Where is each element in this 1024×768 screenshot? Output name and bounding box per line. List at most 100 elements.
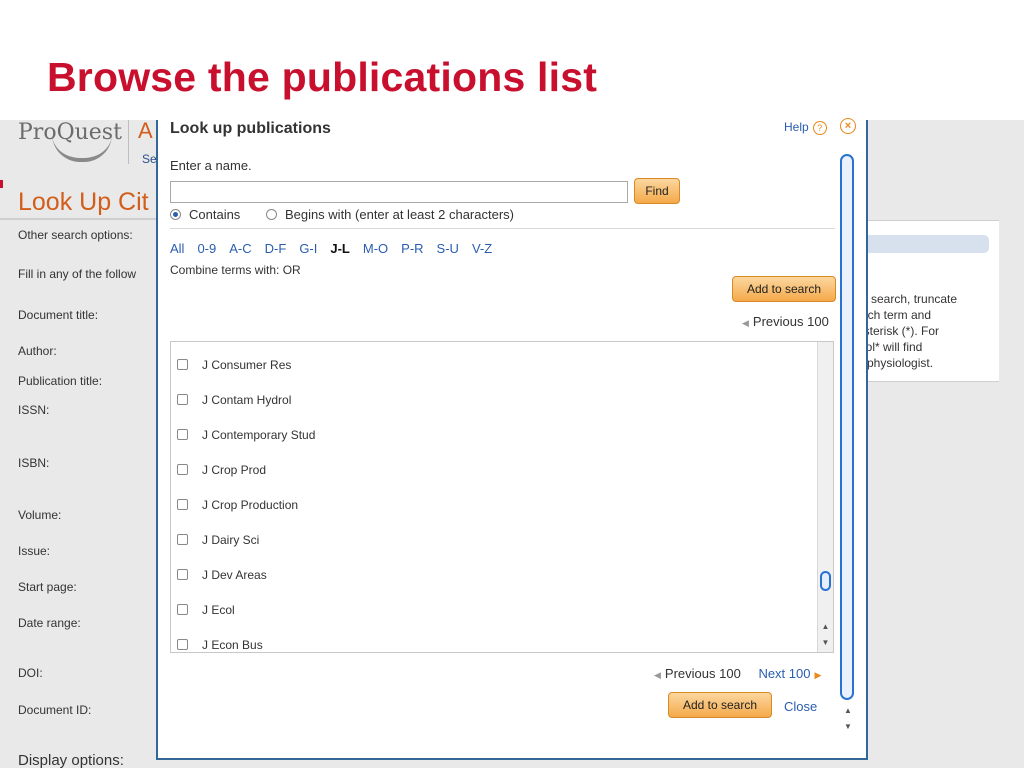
date-range-label: Date range: bbox=[18, 616, 81, 630]
other-search-options-label: Other search options: bbox=[18, 228, 133, 242]
publication-name-input[interactable] bbox=[170, 181, 628, 203]
publication-checkbox[interactable] bbox=[177, 359, 188, 370]
enter-name-label: Enter a name. bbox=[170, 158, 252, 173]
alphabet-nav: All 0-9 A-C D-F G-I J-L M-O P-R S-U V-Z bbox=[170, 241, 505, 256]
header-divider bbox=[128, 120, 129, 164]
proquest-swoosh-icon bbox=[52, 134, 112, 162]
publication-checkbox[interactable] bbox=[177, 604, 188, 615]
publication-list[interactable]: J Consumer Res J Contam Hydrol J Contemp… bbox=[170, 341, 834, 653]
publication-checkbox[interactable] bbox=[177, 639, 188, 650]
tip-text: ur search, truncate arch term and asteri… bbox=[857, 291, 997, 371]
search-tip-box: ur search, truncate arch term and asteri… bbox=[852, 220, 999, 382]
publication-checkbox[interactable] bbox=[177, 394, 188, 405]
alpha-link-g-i[interactable]: G-I bbox=[299, 241, 317, 256]
alpha-link-j-l[interactable]: J-L bbox=[330, 241, 350, 256]
previous-100-link-top[interactable]: ◀ Previous 100 bbox=[742, 314, 829, 329]
publication-name: J Crop Production bbox=[202, 498, 299, 512]
product-name: A bbox=[138, 120, 153, 143]
list-scroll-thumb[interactable] bbox=[820, 571, 831, 591]
publication-checkbox[interactable] bbox=[177, 569, 188, 580]
alpha-link-all[interactable]: All bbox=[170, 241, 184, 256]
dialog-title: Look up publications bbox=[170, 120, 331, 137]
next-100-link[interactable]: Next 100 ▶ bbox=[758, 666, 821, 681]
dialog-scrollbar[interactable] bbox=[840, 154, 854, 700]
pagination-bottom: ◀ Previous 100 Next 100 ▶ bbox=[654, 666, 821, 681]
doi-label: DOI: bbox=[18, 666, 43, 680]
alpha-link-a-c[interactable]: A-C bbox=[229, 241, 251, 256]
match-type-options: Contains Begins with (enter at least 2 c… bbox=[170, 207, 514, 222]
close-link[interactable]: Close bbox=[784, 699, 817, 714]
volume-label: Volume: bbox=[18, 508, 62, 522]
combine-terms-label: Combine terms with: OR bbox=[170, 263, 301, 277]
list-item[interactable]: J Dev Areas bbox=[177, 568, 267, 582]
list-item[interactable]: J Contemporary Stud bbox=[177, 428, 315, 442]
begins-with-label: Begins with (enter at least 2 characters… bbox=[284, 207, 514, 222]
begins-with-radio[interactable] bbox=[265, 209, 277, 220]
add-to-search-button-bottom[interactable]: Add to search bbox=[668, 692, 772, 718]
publication-name: J Contam Hydrol bbox=[202, 393, 292, 407]
help-icon: ? bbox=[812, 120, 827, 135]
alpha-link-s-u[interactable]: S-U bbox=[437, 241, 459, 256]
publication-name: J Dev Areas bbox=[202, 568, 267, 582]
triangle-left-icon: ◀ bbox=[654, 670, 661, 680]
divider bbox=[170, 228, 835, 229]
tip-line: asterisk (*). For bbox=[857, 324, 940, 338]
scroll-down-arrow-icon[interactable]: ▼ bbox=[820, 638, 831, 647]
alpha-link-p-r[interactable]: P-R bbox=[401, 241, 423, 256]
list-item[interactable]: J Dairy Sci bbox=[177, 533, 259, 547]
alpha-link-0-9[interactable]: 0-9 bbox=[197, 241, 216, 256]
previous-100-label: Previous 100 bbox=[752, 314, 829, 329]
isbn-label: ISBN: bbox=[18, 456, 50, 470]
list-item[interactable]: J Econ Bus bbox=[177, 638, 263, 652]
list-item[interactable]: J Contam Hydrol bbox=[177, 393, 291, 407]
triangle-left-icon: ◀ bbox=[742, 318, 749, 328]
alpha-link-d-f[interactable]: D-F bbox=[265, 241, 287, 256]
publication-title-label: Publication title: bbox=[18, 374, 103, 388]
publication-name: J Ecol bbox=[202, 603, 235, 617]
previous-100-label: Previous 100 bbox=[664, 666, 741, 681]
list-item[interactable]: J Ecol bbox=[177, 603, 235, 617]
document-title-label: Document title: bbox=[18, 308, 99, 322]
triangle-right-icon: ▶ bbox=[814, 670, 822, 680]
publication-checkbox[interactable] bbox=[177, 429, 188, 440]
next-100-label: Next 100 bbox=[758, 666, 811, 681]
previous-100-link-bottom[interactable]: ◀ Previous 100 bbox=[654, 666, 741, 681]
add-to-search-button-top[interactable]: Add to search bbox=[732, 276, 836, 302]
list-item[interactable]: J Crop Production bbox=[177, 498, 298, 512]
red-mark bbox=[0, 180, 3, 188]
help-link[interactable]: Help? bbox=[784, 120, 827, 135]
scroll-up-arrow-icon[interactable]: ▲ bbox=[820, 622, 831, 631]
list-item[interactable]: J Consumer Res bbox=[177, 358, 291, 372]
publication-name: J Dairy Sci bbox=[202, 533, 260, 547]
page-heading: Look Up Cit bbox=[18, 188, 149, 216]
author-label: Author: bbox=[18, 344, 57, 358]
publication-checkbox[interactable] bbox=[177, 499, 188, 510]
tip-line: siol* will find bbox=[857, 340, 923, 354]
display-options-toggle[interactable]: Display options: bbox=[18, 752, 124, 768]
tip-line: d physiologist. bbox=[857, 356, 934, 370]
contains-label: Contains bbox=[189, 207, 241, 222]
fill-in-label: Fill in any of the follow bbox=[18, 267, 137, 281]
publication-name: J Consumer Res bbox=[202, 358, 292, 372]
document-id-label: Document ID: bbox=[18, 703, 92, 717]
publication-checkbox[interactable] bbox=[177, 534, 188, 545]
list-scrollbar[interactable]: ▲ ▼ bbox=[817, 342, 833, 652]
tip-header-bar bbox=[853, 235, 989, 253]
contains-radio[interactable] bbox=[170, 209, 181, 220]
close-icon[interactable]: × bbox=[840, 118, 856, 134]
publication-name: J Crop Prod bbox=[202, 463, 267, 477]
dialog-scroll-down-icon[interactable]: ▼ bbox=[842, 722, 854, 731]
tip-line: ur search, truncate bbox=[857, 292, 958, 306]
list-item[interactable]: J Crop Prod bbox=[177, 463, 266, 477]
help-label: Help bbox=[784, 120, 809, 134]
dialog-scroll-up-icon[interactable]: ▲ bbox=[842, 706, 854, 715]
start-page-label: Start page: bbox=[18, 580, 77, 594]
alpha-link-v-z[interactable]: V-Z bbox=[472, 241, 492, 256]
publication-checkbox[interactable] bbox=[177, 464, 188, 475]
product-subtitle: Se bbox=[142, 152, 157, 166]
issue-label: Issue: bbox=[18, 544, 51, 558]
alpha-link-m-o[interactable]: M-O bbox=[363, 241, 388, 256]
tip-line: arch term and bbox=[857, 308, 932, 322]
find-button[interactable]: Find bbox=[634, 178, 680, 204]
lookup-publications-dialog: Look up publications Help? × Enter a nam… bbox=[156, 118, 868, 760]
